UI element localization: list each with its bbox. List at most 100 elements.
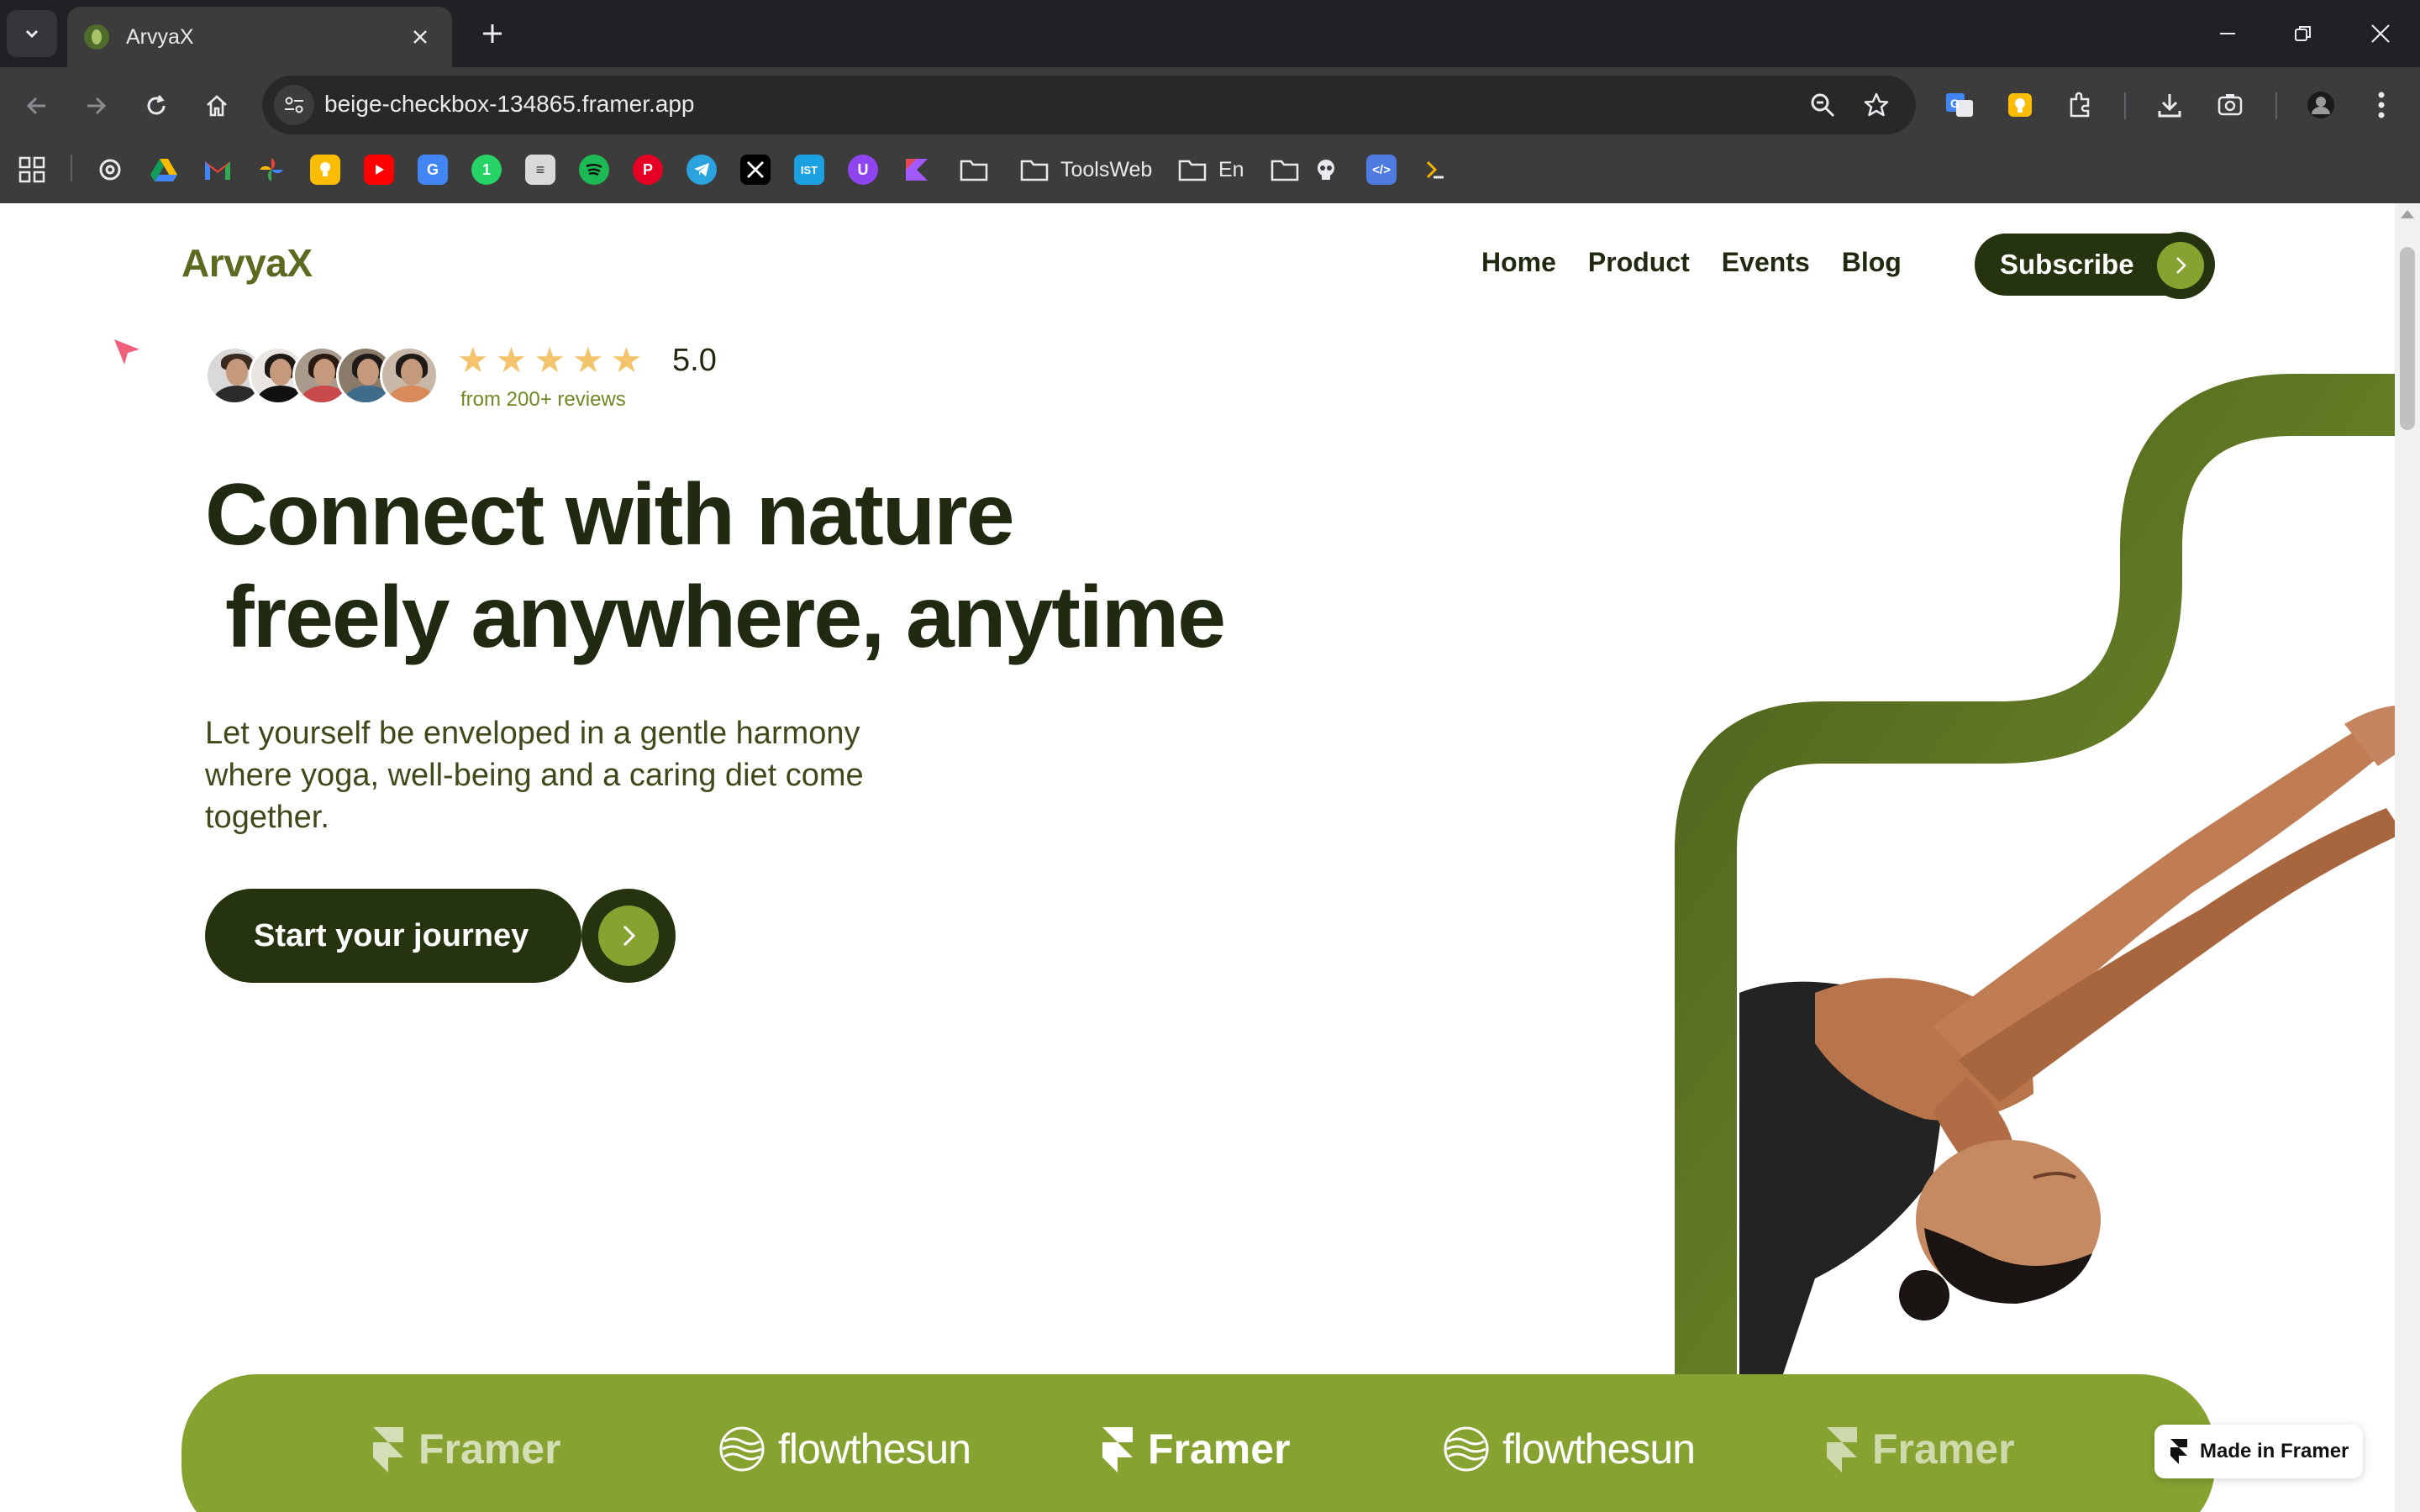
reload-button[interactable] (134, 84, 178, 128)
framer-logo-icon (2170, 1439, 2187, 1464)
back-button[interactable] (15, 84, 59, 128)
subscribe-label: Subscribe (2000, 249, 2134, 280)
url-text: beige-checkbox-134865.framer.app (324, 91, 695, 117)
start-journey-arrow-button[interactable] (581, 889, 676, 983)
spotify-bookmark-icon[interactable] (579, 155, 609, 185)
minimize-button[interactable] (2198, 8, 2257, 59)
star-outline-icon (1864, 92, 1889, 117)
cta-arrow-circle (598, 906, 659, 966)
tune-icon (285, 97, 303, 113)
arrow-right-icon (87, 97, 107, 115)
x-bookmark-icon[interactable] (740, 155, 771, 185)
partner-logos-band: Framer flowthesun Framer flowthesun Fram… (182, 1374, 2215, 1512)
whatsapp-bookmark-icon[interactable]: 1 (471, 155, 502, 185)
partner-logo-framer: Framer (371, 1425, 561, 1473)
cursor-pointer-icon (114, 339, 139, 365)
close-tab-button[interactable] (405, 22, 435, 52)
home-icon (207, 95, 227, 117)
bookmarks-separator (71, 155, 72, 181)
u-bookmark-icon[interactable]: U (848, 155, 878, 185)
youtube-bookmark-icon[interactable] (364, 155, 394, 185)
bookmark-folder-en[interactable]: En (1178, 153, 1244, 186)
plus-icon (483, 24, 502, 43)
home-button[interactable] (195, 84, 239, 128)
keep-extension-icon[interactable] (2002, 87, 2039, 123)
code-bookmark-icon[interactable]: </> (1366, 155, 1397, 185)
subscribe-arrow-button[interactable] (2147, 232, 2214, 299)
downloads-icon[interactable] (2151, 87, 2188, 123)
extensions-puzzle-icon[interactable] (2062, 87, 2099, 123)
star-icon: ★ (457, 339, 489, 381)
bookmark-folder-label: ToolsWeb (1060, 157, 1153, 181)
avatar (380, 346, 439, 405)
forward-button[interactable] (74, 84, 118, 128)
nav-events[interactable]: Events (1722, 247, 1810, 278)
folder-icon (1270, 160, 1299, 181)
tab-search-button[interactable] (7, 10, 57, 57)
rating-value: 5.0 (672, 343, 717, 378)
yoga-woman-photo (1739, 706, 2395, 1379)
scroll-up-arrow-icon[interactable] (2401, 210, 2414, 218)
partner-logo-name: flowthesun (1502, 1425, 1696, 1473)
ist-bookmark-icon[interactable]: IST (794, 155, 824, 185)
address-bar[interactable]: beige-checkbox-134865.framer.app (262, 76, 1916, 134)
headline-line-2: freely anywhere, anytime (225, 569, 1226, 666)
screenshot-icon[interactable] (2212, 87, 2249, 123)
pinterest-bookmark-icon[interactable]: P (633, 155, 663, 185)
restore-icon (2295, 26, 2311, 41)
folder-icon (1020, 160, 1049, 181)
hero-illustration (1675, 374, 2395, 1379)
gmail-bookmark-icon[interactable] (203, 155, 233, 185)
site-logo[interactable]: ArvyaX (182, 240, 313, 286)
kotlin-bookmark-icon[interactable] (902, 155, 932, 185)
rating-stars: ★ ★ ★ ★ ★ (457, 343, 642, 378)
page-scrollbar[interactable] (2395, 203, 2420, 1512)
chatgpt-bookmark-icon[interactable] (95, 155, 125, 185)
skull-bookmark-icon[interactable] (1311, 155, 1341, 185)
scrollbar-thumb[interactable] (2400, 247, 2415, 430)
active-tab[interactable]: ArvyaX (67, 7, 452, 67)
browser-chrome: ArvyaX beige-checkbox-134865.framer.app … (0, 0, 2420, 203)
drive-bookmark-icon[interactable] (149, 155, 179, 185)
subscribe-arrow-circle (2157, 242, 2204, 289)
reviews-count: from 200+ reviews (460, 388, 626, 411)
nav-blog[interactable]: Blog (1842, 247, 1902, 278)
nav-home[interactable]: Home (1481, 247, 1556, 278)
close-window-button[interactable] (2351, 8, 2410, 59)
site-info-button[interactable] (274, 85, 314, 125)
star-icon: ★ (610, 339, 643, 381)
folder-icon (960, 160, 988, 181)
made-in-framer-badge[interactable]: Made in Framer (2154, 1425, 2363, 1478)
translate-bookmark-icon[interactable]: G (418, 155, 448, 185)
framer-logo-icon (1827, 1427, 1857, 1473)
keep-bookmark-icon[interactable] (310, 155, 340, 185)
kdev-bookmark-icon[interactable] (1420, 155, 1450, 185)
tab-strip: ArvyaX (0, 0, 2420, 67)
restore-button[interactable] (2274, 8, 2333, 59)
profile-avatar-icon[interactable] (2302, 87, 2339, 123)
bookmark-star-button[interactable] (1859, 87, 1894, 123)
translate-extension-icon[interactable]: G (1941, 87, 1978, 123)
folder-icon (1178, 160, 1207, 181)
new-tab-button[interactable] (472, 13, 513, 54)
nav-product[interactable]: Product (1588, 247, 1690, 278)
wave-logo-icon (1444, 1426, 1489, 1472)
telegram-bookmark-icon[interactable] (687, 155, 717, 185)
svg-text:G: G (1950, 97, 1960, 110)
partner-logo-flowthesun: flowthesun (1444, 1425, 1696, 1473)
bookmark-folder-2[interactable] (1270, 153, 1299, 186)
bookmark-folder-toolsweb[interactable]: ToolsWeb (1020, 153, 1152, 186)
photos-bookmark-icon[interactable] (256, 155, 287, 185)
apps-grid-icon[interactable] (17, 155, 47, 185)
partner-logo-name: Framer (1148, 1425, 1291, 1473)
start-journey-button[interactable]: Start your journey (205, 889, 581, 983)
menu-kebab-icon[interactable] (2363, 87, 2400, 123)
partner-logo-name: Framer (418, 1425, 561, 1473)
zoom-button[interactable] (1805, 87, 1840, 123)
framer-logo-icon (1102, 1427, 1133, 1473)
star-icon: ★ (571, 339, 604, 381)
bookmark-folder-1[interactable] (960, 153, 988, 186)
notes-bookmark-icon[interactable]: ≡ (525, 155, 555, 185)
bookmark-folder-label: En (1218, 157, 1244, 181)
close-icon (2371, 24, 2390, 43)
